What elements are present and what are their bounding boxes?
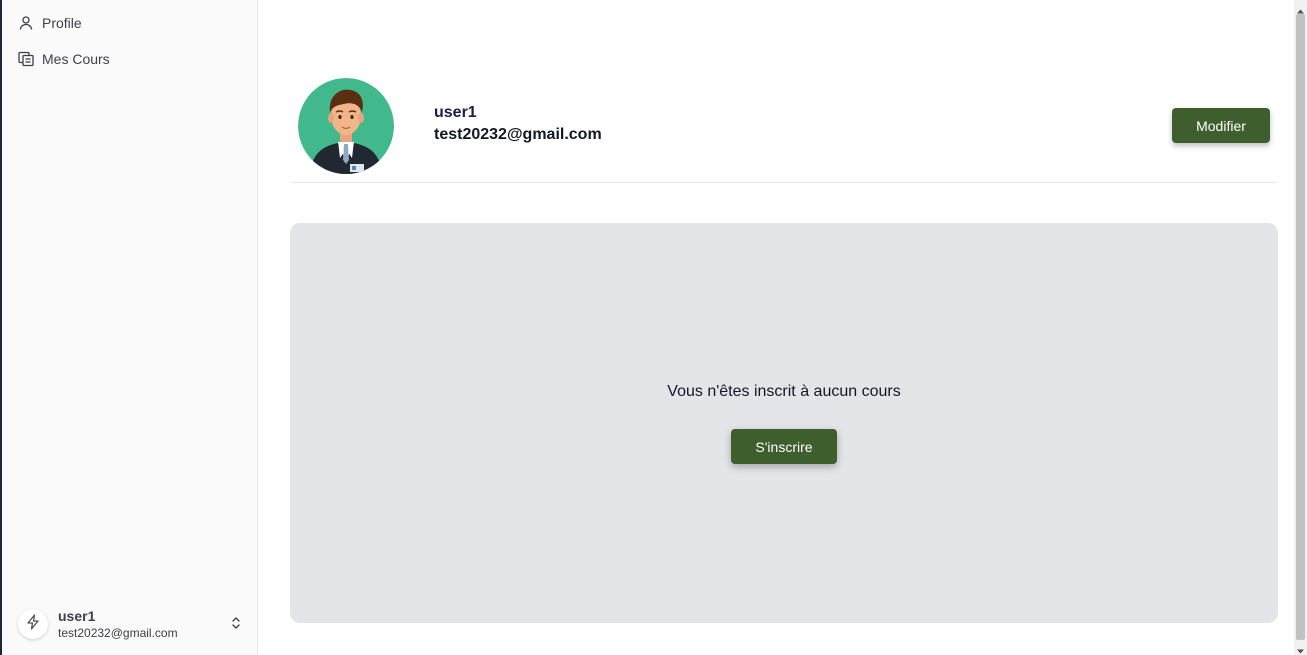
sidebar: Profile Mes Cours user1 test20232@gmail.… — [2, 0, 258, 655]
sidebar-item-label: Profile — [42, 15, 82, 31]
scroll-down-icon[interactable] — [1296, 643, 1305, 654]
sidebar-item-courses[interactable]: Mes Cours — [18, 46, 110, 72]
account-email: test20232@gmail.com — [58, 626, 178, 640]
sidebar-item-label: Mes Cours — [42, 51, 110, 67]
courses-icon — [18, 51, 34, 67]
profile-name: user1 — [434, 104, 477, 121]
account-avatar — [18, 609, 48, 639]
empty-courses-message: Vous n'êtes inscrit à aucun cours — [667, 383, 901, 400]
edit-profile-button[interactable]: Modifier — [1172, 108, 1270, 143]
scroll-thumb[interactable] — [1296, 14, 1305, 640]
courses-panel: Vous n'êtes inscrit à aucun cours S'insc… — [290, 223, 1278, 623]
account-name: user1 — [58, 608, 96, 624]
account-switcher[interactable]: user1 test20232@gmail.com — [18, 604, 242, 644]
profile-avatar — [298, 78, 394, 174]
vertical-scrollbar[interactable] — [1294, 0, 1307, 655]
enroll-button[interactable]: S'inscrire — [731, 429, 837, 464]
app-window: Profile Mes Cours user1 test20232@gmail.… — [0, 0, 1307, 655]
divider — [290, 182, 1278, 183]
sidebar-item-profile[interactable]: Profile — [18, 10, 82, 36]
profile-email: test20232@gmail.com — [434, 126, 602, 143]
main-content: user1 test20232@gmail.com Modifier Vous … — [258, 0, 1294, 655]
chevron-up-down-icon[interactable] — [230, 615, 242, 636]
user-icon — [18, 15, 34, 31]
scroll-up-icon[interactable] — [1296, 3, 1305, 14]
account-info: user1 test20232@gmail.com — [58, 607, 178, 641]
lightning-icon — [26, 613, 40, 635]
